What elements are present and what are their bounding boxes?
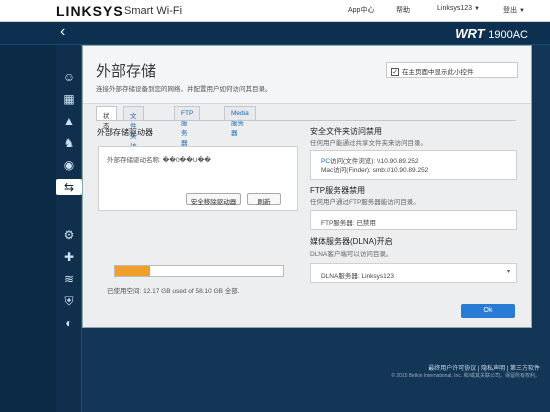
ftp-desc: 任何用户通过FTP服务器能访问目录。: [310, 199, 420, 206]
dashboard-toggle[interactable]: ✓ 在主页面中显示此小控件: [386, 62, 518, 78]
drive-name: 外部存储驱动名称: ��0��U��: [107, 157, 211, 164]
dialog-title: 外部存储: [96, 63, 157, 80]
copyright: © 2015 Belkin International, Inc. 和/或其关联…: [391, 373, 540, 379]
wireless-icon[interactable]: ≋: [60, 271, 78, 287]
folder-access-box: PC访问(文件浏览): \\10.90.89.252 Mac访问(Finder)…: [310, 150, 517, 180]
dialog-subtitle: 连接外部存储设备到您的网络，并配置用户如何访问其目录。: [96, 86, 272, 93]
network-map-icon[interactable]: ▦: [60, 91, 78, 107]
top-bar: LINKSYS Smart Wi-Fi App中心 帮助 Linksys123 ▼…: [0, 0, 550, 22]
logout-label: 登出: [503, 7, 517, 14]
help-link[interactable]: 帮助: [396, 5, 410, 15]
pc-access-text: 访问(文件浏览): \\10.90.89.252: [330, 158, 419, 165]
storage-usage-fill: [115, 266, 151, 276]
folder-access-desc: 任何用户能通过共享文件夹来访问目录。: [310, 140, 427, 147]
ok-button[interactable]: Ok: [461, 304, 515, 318]
media-prioritization-icon[interactable]: ◉: [60, 157, 78, 173]
sidebar: ☺ ▦ ▲ ♞ ◉ ⇆ ⚙ ✚ ≋ ⛨ ◐: [56, 45, 82, 412]
model-sub: 1900AC: [488, 29, 528, 41]
tab-status[interactable]: 状态: [96, 106, 117, 130]
logout-link[interactable]: 登出 ▼: [503, 5, 525, 15]
drive-section-title: 外部存储驱动器: [97, 128, 153, 137]
tab-media-server[interactable]: Media服务器: [224, 106, 256, 137]
router-name: Linksys123: [437, 5, 473, 12]
tab-folder-access[interactable]: 文件夹访问: [123, 106, 144, 160]
storage-usage-bar: [114, 265, 284, 277]
dashboard-toggle-label: 在主页面中显示此小控件: [402, 69, 474, 76]
dlna-server-box[interactable]: DLNA服务器: Linksys123 ▾: [310, 263, 517, 283]
pc-access-line: PC访问(文件浏览): \\10.90.89.252: [321, 157, 516, 166]
header-bar: ‹ WRT 1900AC: [0, 22, 550, 45]
safely-remove-button[interactable]: 安全移除驱动器: [186, 193, 241, 206]
chevron-down-icon: ▼: [474, 6, 480, 12]
refresh-button[interactable]: 刷新: [247, 193, 281, 206]
dialog-header: 外部存储 连接外部存储设备到您的网络，并配置用户如何访问其目录。 ✓ 在主页面中显…: [83, 46, 531, 104]
back-arrow-icon[interactable]: ‹: [60, 23, 65, 41]
widgets-icon[interactable]: ☺: [60, 69, 78, 85]
app-center-link[interactable]: App中心: [348, 5, 374, 15]
ftp-title: FTP服务器禁用: [310, 186, 366, 195]
ftp-status-box: FTP服务器: 已禁用: [310, 210, 517, 230]
folder-access-title: 安全文件夹访问禁用: [310, 127, 382, 136]
ftp-status: FTP服务器: 已禁用: [321, 220, 376, 227]
tab-divider: [96, 120, 516, 121]
security-icon[interactable]: ⛨: [60, 293, 78, 309]
model-logo: WRT 1900AC: [455, 26, 528, 41]
dlna-server: DLNA服务器: Linksys123: [321, 273, 394, 280]
router-name-menu[interactable]: Linksys123 ▼: [437, 5, 480, 12]
connectivity-icon[interactable]: ⚙: [60, 227, 78, 243]
dlna-title: 媒体服务器(DLNA)开启: [310, 237, 393, 246]
external-storage-icon[interactable]: ⇆: [56, 179, 82, 195]
checkbox-icon[interactable]: ✓: [391, 68, 399, 77]
troubleshooting-icon[interactable]: ✚: [60, 249, 78, 265]
product-name: Smart Wi-Fi: [124, 5, 183, 17]
model-main: WRT: [455, 26, 485, 41]
footer-links[interactable]: 最终用户许可协议 | 隐私声明 | 第三方软件: [428, 363, 540, 372]
brand-logo: LINKSYS: [56, 3, 124, 19]
pc-access-link[interactable]: PC: [321, 158, 330, 165]
dropdown-icon[interactable]: ▾: [507, 268, 510, 275]
dlna-desc: DLNA客户端可以访问目录。: [310, 251, 393, 258]
storage-used-text: 已使用空间: 12.17 GB used of 58.10 GB 全部.: [107, 288, 240, 295]
tab-ftp-server[interactable]: FTP服务器: [174, 106, 201, 147]
parental-icon[interactable]: ♞: [60, 135, 78, 151]
mac-access-text: Mac访问(Finder): smb://10.90.89.252: [321, 167, 429, 174]
chevron-down-icon: ▼: [519, 8, 525, 14]
speed-test-icon[interactable]: ◐: [60, 315, 78, 331]
troubleshoot-icon[interactable]: ▲: [60, 113, 78, 129]
external-storage-dialog: ✖ 外部存储 连接外部存储设备到您的网络，并配置用户如何访问其目录。 ✓在主页面…: [82, 45, 532, 328]
